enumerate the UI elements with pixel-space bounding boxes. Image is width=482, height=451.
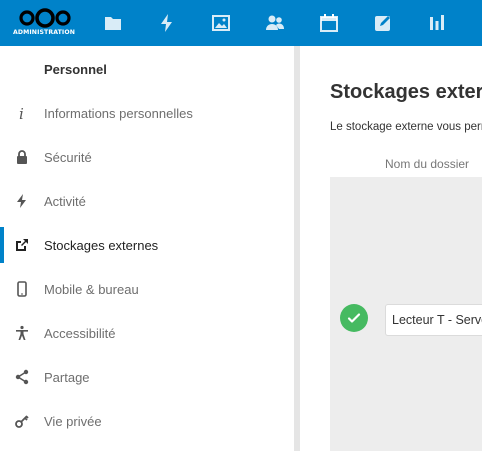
sidebar-item-accessibility[interactable]: Accessibilité (0, 311, 294, 355)
sidebar-item-label: Vie privée (44, 413, 102, 429)
sidebar-item-label: Stockages externes (44, 237, 159, 253)
files-icon[interactable] (102, 12, 124, 34)
nextcloud-logo-icon (19, 8, 71, 28)
main-content: Stockages externes Le stockage externe v… (300, 46, 482, 451)
folder-name-input[interactable] (385, 304, 482, 336)
page-title: Stockages externes (330, 81, 482, 103)
sidebar-item-label: Accessibilité (44, 325, 116, 341)
lightning-icon (13, 192, 31, 210)
section-heading-personal: Personnel (44, 62, 107, 77)
phone-icon (13, 280, 31, 298)
notes-icon[interactable] (372, 12, 394, 34)
svg-text:i: i (19, 105, 24, 121)
sidebar-item-label: Partage (44, 369, 90, 385)
sidebar-item-personal-info[interactable]: i Informations personnelles (0, 91, 294, 135)
lock-icon (13, 148, 31, 166)
top-bar: ADMINISTRATION (0, 0, 482, 46)
share-icon (13, 368, 31, 386)
photos-icon[interactable] (210, 12, 232, 34)
logo[interactable]: ADMINISTRATION (10, 6, 78, 40)
status-ok-icon[interactable] (340, 304, 368, 332)
sidebar-item-label: Activité (44, 193, 86, 209)
external-link-icon (13, 236, 31, 254)
sidebar-item-activity[interactable]: Activité (0, 179, 294, 223)
calendar-icon[interactable] (318, 12, 340, 34)
sidebar-item-mobile-desktop[interactable]: Mobile & bureau (0, 267, 294, 311)
dashboard-icon[interactable] (426, 12, 448, 34)
sidebar-item-privacy[interactable]: Vie privée (0, 399, 294, 443)
sidebar-item-label: Informations personnelles (44, 105, 193, 121)
active-indicator (0, 227, 4, 263)
sidebar-item-security[interactable]: Sécurité (0, 135, 294, 179)
contacts-icon[interactable] (264, 12, 286, 34)
sidebar-item-sharing[interactable]: Partage (0, 355, 294, 399)
info-icon: i (13, 104, 31, 122)
accessibility-icon (13, 324, 31, 342)
sidebar-item-external-storage[interactable]: Stockages externes (0, 223, 294, 267)
sidebar-item-label: Mobile & bureau (44, 281, 139, 297)
activity-icon[interactable] (156, 12, 178, 34)
key-icon (13, 412, 31, 430)
page-description: Le stockage externe vous permet (330, 121, 482, 133)
logo-text: ADMINISTRATION (13, 29, 75, 36)
sidebar-item-label: Sécurité (44, 149, 92, 165)
column-header-folder-name: Nom du dossier (385, 157, 470, 171)
